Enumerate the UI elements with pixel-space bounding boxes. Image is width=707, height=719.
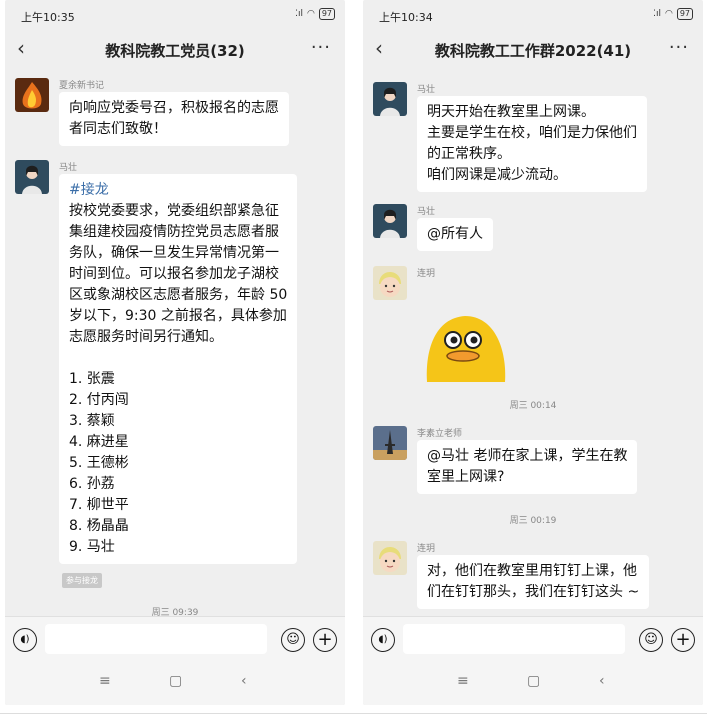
system-nav-bar: ≡ ▢ ‹	[5, 662, 345, 705]
chat-title: 教科院教工党员(32)	[105, 42, 245, 60]
input-bar: ◖) ☺ +	[5, 616, 345, 663]
timestamp: 周三 00:14	[509, 401, 557, 411]
message-line: 时间到位。可以报名参加龙子湖校	[69, 266, 279, 282]
plus-icon[interactable]: +	[671, 628, 695, 652]
emoji-icon[interactable]: ☺	[281, 628, 305, 652]
message-line: 对，他们在教室里用钉钉上课，他	[427, 563, 637, 579]
right-phone-screen: 上午10:34 ⁚ıl ◠ 97 ‹ 教科院教工工作群2022(41) ··· …	[363, 0, 703, 705]
wifi-icon: ◠	[306, 9, 315, 19]
message-line: 按校党委要求，党委组织部紧急征	[69, 203, 279, 219]
message-line: 务队，确保一旦发生异常情况第一	[69, 245, 279, 261]
signup-entry: 5. 王德彬	[69, 455, 129, 471]
battery-icon: 97	[676, 8, 693, 20]
message-input[interactable]	[45, 624, 267, 654]
signal-icon: ⁚ıl	[295, 9, 303, 19]
home-nav-button[interactable]: ▢	[527, 673, 540, 689]
message-line: 的正常秩序。	[427, 146, 511, 162]
message-bubble[interactable]: 向响应党委号召，积极报名的志愿 者同志们致敬！	[59, 92, 289, 146]
avatar[interactable]	[15, 160, 49, 194]
message-bubble[interactable]: 明天开始在教室里上网课。 主要是学生在校，咱们是力保他们 的正常秩序。 咱们网课…	[417, 96, 647, 192]
timestamp: 周三 00:19	[509, 516, 557, 526]
chat-header: ‹ 教科院教工党员(32) ···	[5, 30, 345, 70]
menu-nav-button[interactable]: ≡	[457, 673, 469, 689]
message-line: @马壮 老师在家上课，学生在教	[427, 448, 628, 464]
avatar-fire-image	[15, 78, 49, 112]
chat-header: ‹ 教科院教工工作群2022(41) ···	[363, 30, 703, 70]
back-nav-button[interactable]: ‹	[241, 673, 247, 689]
left-phone-screen: 上午10:35 ⁚ıl ◠ 97 ‹ 教科院教工党员(32) ··· 夏余新书记…	[5, 0, 345, 705]
message-line: 室里上网课?	[427, 469, 505, 485]
chat-title: 教科院教工工作群2022(41)	[434, 42, 632, 60]
signup-entry: 6. 孙荔	[69, 476, 115, 492]
more-options-button[interactable]: ···	[311, 37, 331, 58]
wifi-icon: ◠	[664, 9, 673, 19]
voice-icon[interactable]: ◖)	[371, 628, 395, 652]
status-bar: 上午10:35 ⁚ıl ◠ 97	[5, 0, 345, 30]
message-line: 明天开始在教室里上网课。	[427, 104, 595, 120]
message-bubble[interactable]: #接龙 按校党委要求，党委组织部紧急征 集组建校园疫情防控党员志愿者服 务队，确…	[59, 174, 298, 564]
hashtag-link[interactable]: #接龙	[69, 180, 287, 201]
avatar[interactable]	[373, 266, 407, 300]
message-line: 集组建校园疫情防控党员志愿者服	[69, 224, 279, 240]
message-line: 们在钉钉那头，我们在钉钉这头 ~	[427, 584, 640, 600]
message-bubble[interactable]: @所有人	[417, 218, 493, 251]
input-bar: ◖) ☺ +	[363, 616, 703, 663]
signup-entry: 4. 麻进星	[69, 434, 129, 450]
battery-icon: 97	[318, 8, 335, 20]
message-line: 向响应党委号召，积极报名的志愿	[69, 100, 279, 116]
back-nav-button[interactable]: ‹	[599, 673, 605, 689]
message-line: 区或象湖校区志愿者服务，年龄 50	[69, 287, 288, 303]
signup-entry: 9. 马壮	[69, 539, 115, 555]
sender-name: 李素立老师	[417, 429, 463, 439]
avatar[interactable]	[373, 204, 407, 238]
home-nav-button[interactable]: ▢	[169, 673, 182, 689]
avatar[interactable]	[373, 82, 407, 116]
emoji-icon[interactable]: ☺	[639, 628, 663, 652]
avatar-person-image	[373, 204, 407, 238]
message-line: 咱们网课是减少流动。	[427, 167, 567, 183]
signup-entry: 1. 张震	[69, 371, 115, 387]
sender-name: 马壮	[417, 85, 436, 95]
plus-icon[interactable]: +	[313, 628, 337, 652]
message-bubble[interactable]: @马壮 老师在家上课，学生在教 室里上网课?	[417, 440, 638, 494]
status-icons: ⁚ıl ◠ 97	[653, 8, 693, 20]
signal-icon: ⁚ıl	[653, 9, 661, 19]
signup-entry: 2. 付丙闯	[69, 392, 129, 408]
divider	[0, 713, 707, 714]
message-line	[69, 348, 287, 369]
avatar[interactable]	[373, 426, 407, 460]
message-line: 主要是学生在校，咱们是力保他们	[427, 125, 637, 141]
avatar-baby-image	[373, 266, 407, 300]
avatar[interactable]	[373, 541, 407, 575]
avatar[interactable]	[15, 78, 49, 112]
menu-nav-button[interactable]: ≡	[99, 673, 111, 689]
status-icons: ⁚ıl ◠ 97	[295, 8, 335, 20]
signup-entry: 8. 杨晶晶	[69, 518, 129, 534]
avatar-baby-image	[373, 541, 407, 575]
voice-icon[interactable]: ◖)	[13, 628, 37, 652]
signup-entry: 3. 蔡颖	[69, 413, 115, 429]
message-line: 岁以下，9:30 之前报名，具体参加	[69, 308, 287, 324]
sender-name: 马壮	[59, 163, 78, 173]
sender-name: 连玥	[417, 269, 436, 279]
sender-name: 马壮	[417, 207, 436, 217]
more-options-button[interactable]: ···	[669, 37, 689, 58]
system-nav-bar: ≡ ▢ ‹	[363, 662, 703, 705]
status-time: 上午10:34	[379, 11, 433, 24]
status-time: 上午10:35	[21, 11, 75, 24]
message-bubble[interactable]: 对，他们在教室里用钉钉上课，他 们在钉钉那头，我们在钉钉这头 ~	[417, 555, 650, 609]
status-bar: 上午10:34 ⁚ıl ◠ 97	[363, 0, 703, 30]
message-line: @所有人	[427, 226, 483, 242]
message-line: 志愿服务时间另行通知。	[69, 329, 223, 345]
duck-sticker[interactable]	[421, 310, 511, 382]
sender-name: 夏余新书记	[59, 81, 105, 91]
avatar-person-image	[373, 82, 407, 116]
avatar-tower-image	[373, 426, 407, 460]
message-input[interactable]	[403, 624, 625, 654]
avatar-person-image	[15, 160, 49, 194]
join-chain-button[interactable]: 参与接龙	[62, 573, 102, 588]
sender-name: 连玥	[417, 544, 436, 554]
message-line: 者同志们致敬！	[69, 121, 167, 137]
signup-entry: 7. 柳世平	[69, 497, 129, 513]
